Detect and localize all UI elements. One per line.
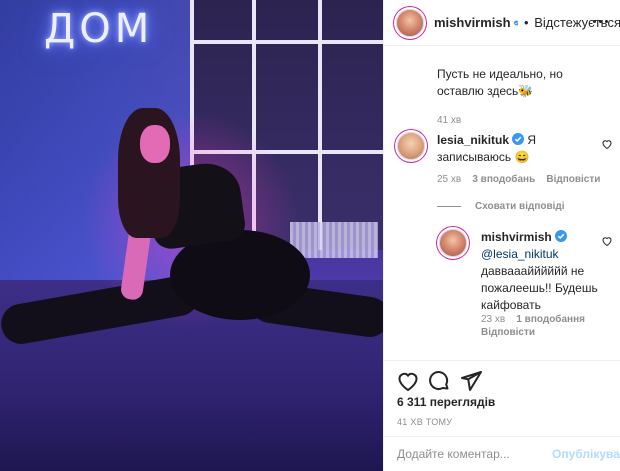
follow-separator: •: [520, 15, 533, 30]
comment-meta: 25 хв 3 вподобань Відповісти: [437, 174, 600, 185]
hide-replies-label[interactable]: Сховати відповіді: [475, 201, 565, 212]
heart-icon[interactable]: [396, 369, 420, 393]
verified-badge-icon: [512, 133, 525, 145]
caption: Пусть не идеально, но оставлю здесь🐝 41 …: [437, 66, 607, 129]
hide-replies-toggle[interactable]: Сховати відповіді: [437, 201, 565, 212]
add-comment-bar: Опублікувати: [384, 436, 620, 471]
post-side-panel: mishvirmish • Відстежується Пусть не иде…: [383, 0, 620, 471]
reply-text: даввааайййййй не пожалеешь!! Будешь кайф…: [481, 264, 598, 312]
comment: lesia_nikituk Я записываюсь 😄: [437, 132, 597, 166]
comment-username[interactable]: lesia_nikituk: [437, 133, 509, 147]
comment-bubble-icon[interactable]: [427, 369, 451, 393]
post-time[interactable]: 41 ХВ ТОМУ: [397, 417, 452, 427]
reply-comment: mishvirmish @lesia_nikituk даввааайййййй…: [481, 229, 603, 314]
verified-badge-icon: [554, 230, 567, 242]
verified-badge-icon: [513, 20, 519, 25]
small-heart-icon[interactable]: [601, 235, 613, 247]
post-video[interactable]: ДОМ: [0, 0, 383, 471]
post-comment-button[interactable]: Опублікувати: [552, 447, 620, 461]
view-count[interactable]: 6 311 переглядів: [397, 395, 495, 409]
reply-time: 23 хв: [481, 314, 506, 325]
paper-plane-icon[interactable]: [459, 369, 483, 393]
reply-username[interactable]: mishvirmish: [481, 230, 552, 244]
caption-time: 41 хв: [437, 115, 462, 126]
comment-likes[interactable]: 3 вподобань: [472, 174, 535, 185]
small-heart-icon[interactable]: [601, 138, 613, 150]
reply-reply-button[interactable]: Відповісти: [481, 327, 535, 338]
comment-time: 25 хв: [437, 174, 462, 185]
replies-line: [437, 206, 461, 207]
action-bar: [384, 360, 620, 400]
post-header: mishvirmish • Відстежується: [384, 0, 620, 46]
commenter-avatar[interactable]: [397, 132, 425, 160]
comment-input[interactable]: [397, 447, 552, 461]
reply-button[interactable]: Відповісти: [546, 174, 600, 185]
dancer-face: [140, 125, 170, 163]
reply-likes[interactable]: 1 вподобання: [516, 314, 585, 325]
reply-avatar[interactable]: [439, 229, 467, 257]
reply-mention[interactable]: @lesia_nikituk: [481, 247, 559, 261]
reply-meta: 23 хв 1 вподобання Відповісти: [481, 313, 611, 339]
author-username[interactable]: mishvirmish: [434, 15, 511, 30]
radiator: [290, 222, 378, 258]
author-avatar[interactable]: [396, 8, 424, 37]
neon-sign: ДОМ: [44, 6, 154, 52]
more-options-icon[interactable]: [589, 10, 611, 32]
comments-list: Пусть не идеально, но оставлю здесь🐝 41 …: [384, 46, 620, 360]
caption-text: Пусть не идеально, но оставлю здесь🐝: [437, 67, 563, 98]
